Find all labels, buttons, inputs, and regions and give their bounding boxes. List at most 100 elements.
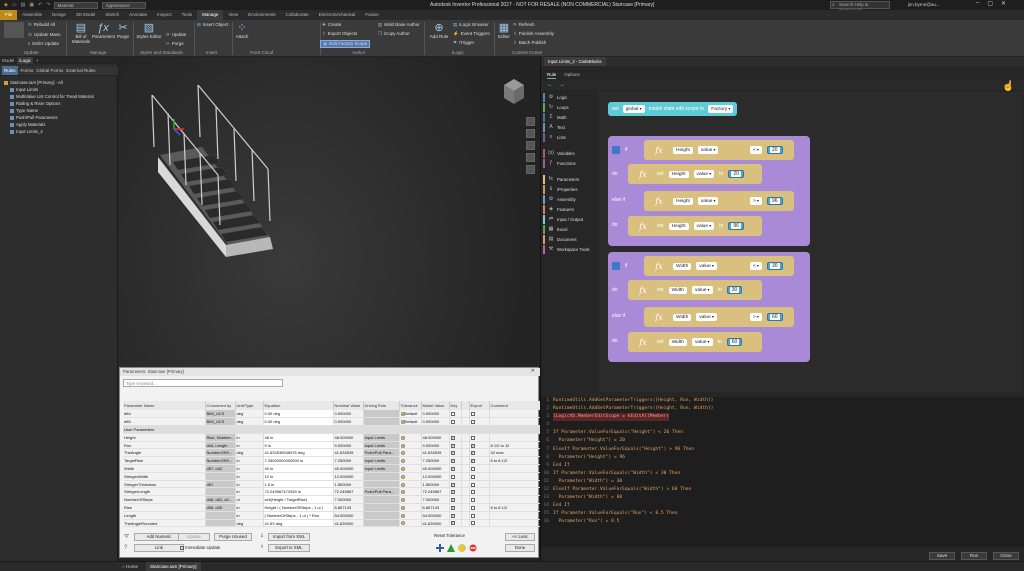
export-checkbox[interactable] xyxy=(469,464,490,473)
number-block[interactable]: 60 xyxy=(766,313,783,321)
dialog-close-button[interactable]: ✕ xyxy=(531,368,535,374)
number-block[interactable]: 30 xyxy=(726,286,743,294)
nominal-value-cell[interactable]: 48.000000 xyxy=(333,433,364,442)
driving-rule-cell[interactable] xyxy=(363,511,400,520)
driving-rule-cell[interactable] xyxy=(363,495,400,505)
model-value-cell[interactable]: 54.000000 xyxy=(421,511,450,520)
col-header[interactable]: Driving Rule xyxy=(363,401,400,410)
done-button[interactable]: Done xyxy=(505,544,535,552)
param-name[interactable]: Height xyxy=(668,170,689,178)
tab-fusion[interactable]: Fusion xyxy=(360,10,384,20)
close-editor-button[interactable]: Close xyxy=(993,551,1019,560)
driving-rule-cell[interactable] xyxy=(363,410,400,419)
model-value-cell[interactable]: 9.000000 xyxy=(421,441,450,450)
tolerance-cell[interactable]: Default xyxy=(399,410,422,419)
key-checkbox[interactable] xyxy=(449,503,462,512)
tab-environments[interactable]: Environments xyxy=(243,10,281,20)
model-value-cell[interactable]: 1.500000 xyxy=(421,480,450,489)
unit-cell[interactable]: in xyxy=(235,480,264,489)
table-row[interactable]: Length in( NumberOfSteps - 1 ul ) * Run 54… xyxy=(123,511,541,520)
table-row[interactable]: StringerWidth in 12 in 12.000000 12.000000 xyxy=(123,472,541,481)
scope-target-dropdown[interactable]: Factory xyxy=(708,105,734,113)
param-name[interactable]: Height xyxy=(673,197,693,205)
nominal-value-cell[interactable]: 72.249567 xyxy=(333,487,364,497)
consumed-by-cell[interactable]: d57, d42 xyxy=(205,464,236,473)
nominal-value-cell[interactable]: 1.500000 xyxy=(333,480,364,489)
document-tab[interactable]: Staircase.iam [Primary] xyxy=(146,562,201,571)
code-line[interactable]: 16 Parameter("Run") = 8.5 xyxy=(541,518,1024,526)
nominal-value-cell[interactable]: 41.630000 xyxy=(333,519,364,528)
driving-rule-cell[interactable]: Input Limits xyxy=(363,464,400,473)
new-icon[interactable]: ▭ xyxy=(12,2,17,9)
category-workspace-tools[interactable]: ⚒ Workspace Tools xyxy=(541,244,597,254)
value-dropdown[interactable]: value xyxy=(691,338,713,346)
model-value-cell[interactable]: 40.000000 xyxy=(421,464,450,473)
driving-rule-cell[interactable]: Input Limits xyxy=(363,441,400,450)
view-cube[interactable] xyxy=(500,77,526,105)
code-line[interactable]: 4 xyxy=(541,421,1024,429)
category-math[interactable]: Σ Math xyxy=(541,112,597,122)
tree-rule[interactable]: Input Limits xyxy=(4,86,116,93)
table-group-row[interactable]: User Parameters xyxy=(123,425,541,434)
param-name-cell[interactable]: TheAngle xyxy=(123,448,206,458)
code-line[interactable]: 1 RuntimeUtils.AddGetParameterTriggers({H… xyxy=(541,397,1024,405)
param-name-cell[interactable]: StringerLength xyxy=(123,487,206,497)
export-checkbox[interactable] xyxy=(469,448,490,458)
key-checkbox[interactable] xyxy=(449,464,462,473)
tolerance-cell[interactable] xyxy=(399,519,422,528)
value-dropdown[interactable]: value xyxy=(697,146,719,154)
param-name-cell[interactable]: Run xyxy=(123,441,206,450)
tolerance-cell[interactable] xyxy=(399,441,422,450)
help-search-input[interactable]: ⌕Search Help & Commands... xyxy=(830,1,890,13)
filter-icon[interactable]: ⛛ xyxy=(124,534,129,541)
look-at-icon[interactable] xyxy=(526,165,535,174)
col-header[interactable]: Consumed by xyxy=(205,401,236,410)
equation-cell[interactable]: 9 in xyxy=(263,441,334,450)
icopy-author-button[interactable]: ❐ iCopy Author xyxy=(378,31,410,37)
tolerance-cell[interactable] xyxy=(399,487,422,497)
key-checkbox[interactable] xyxy=(449,441,462,450)
driving-rule-cell[interactable]: Push/Pull Para... xyxy=(363,448,400,458)
param-name-cell[interactable]: d84 xyxy=(123,410,206,419)
equation-cell[interactable]: 0.00 deg xyxy=(263,417,334,427)
help-icon[interactable]: ? xyxy=(124,545,127,551)
value-dropdown[interactable]: value xyxy=(693,170,715,178)
consumed-by-cell[interactable]: BIM_UCS xyxy=(205,410,236,419)
tolerance-cell[interactable] xyxy=(399,464,422,473)
tolerance-upper-icon[interactable] xyxy=(436,544,444,552)
unit-cell[interactable]: in xyxy=(235,487,264,497)
param-name[interactable]: Height xyxy=(673,146,693,154)
refresh-button[interactable]: ⟳ Refresh xyxy=(513,22,535,28)
code-line[interactable]: 11 Parameter("Width") = 30 xyxy=(541,478,1024,486)
code-line[interactable]: 9 End If xyxy=(541,462,1024,470)
export-checkbox[interactable] xyxy=(469,410,490,419)
equation-cell[interactable]: ( NumberOfSteps - 1 ul ) * Run xyxy=(263,511,334,520)
tolerance-cell[interactable] xyxy=(399,503,422,512)
tree-rule[interactable]: Apply Materials xyxy=(4,121,116,128)
code-line[interactable]: 10 If Parameter.ValueForEquals("Width") <… xyxy=(541,470,1024,478)
export-checkbox[interactable] xyxy=(469,487,490,497)
number-block[interactable]: 96 xyxy=(728,222,744,230)
consumed-by-cell[interactable]: d57 xyxy=(205,480,236,489)
back-arrow-icon[interactable]: ← xyxy=(547,81,553,90)
equation-cell[interactable]: 41.633539536576 deg xyxy=(263,448,334,458)
equation-cell[interactable]: 40 in xyxy=(263,464,334,473)
tree-rule[interactable]: MultiValue List Control for Tread Materi… xyxy=(4,93,116,100)
tolerance-cell[interactable] xyxy=(399,472,422,481)
orbit-icon[interactable] xyxy=(526,153,535,162)
comment-cell[interactable] xyxy=(489,519,541,528)
operator-dropdown[interactable]: < xyxy=(750,146,762,154)
nominal-value-cell[interactable]: 0.000000 xyxy=(333,410,364,419)
unit-cell[interactable]: deg xyxy=(235,448,264,458)
driving-rule-cell[interactable] xyxy=(363,519,400,528)
key-checkbox[interactable] xyxy=(449,495,462,505)
driving-rule-cell[interactable] xyxy=(363,503,400,512)
param-name-cell[interactable]: TargetRise xyxy=(123,456,206,466)
nominal-value-cell[interactable]: 0.000000 xyxy=(333,417,364,427)
col-header[interactable]: Nominal Value xyxy=(333,401,364,410)
tolerance-cell[interactable] xyxy=(399,456,422,466)
tab-forms[interactable]: Forms xyxy=(21,66,34,75)
tolerance-cell[interactable] xyxy=(399,433,422,442)
param-name-cell[interactable]: Rise xyxy=(123,503,206,512)
unit-cell[interactable]: ul xyxy=(235,495,264,505)
